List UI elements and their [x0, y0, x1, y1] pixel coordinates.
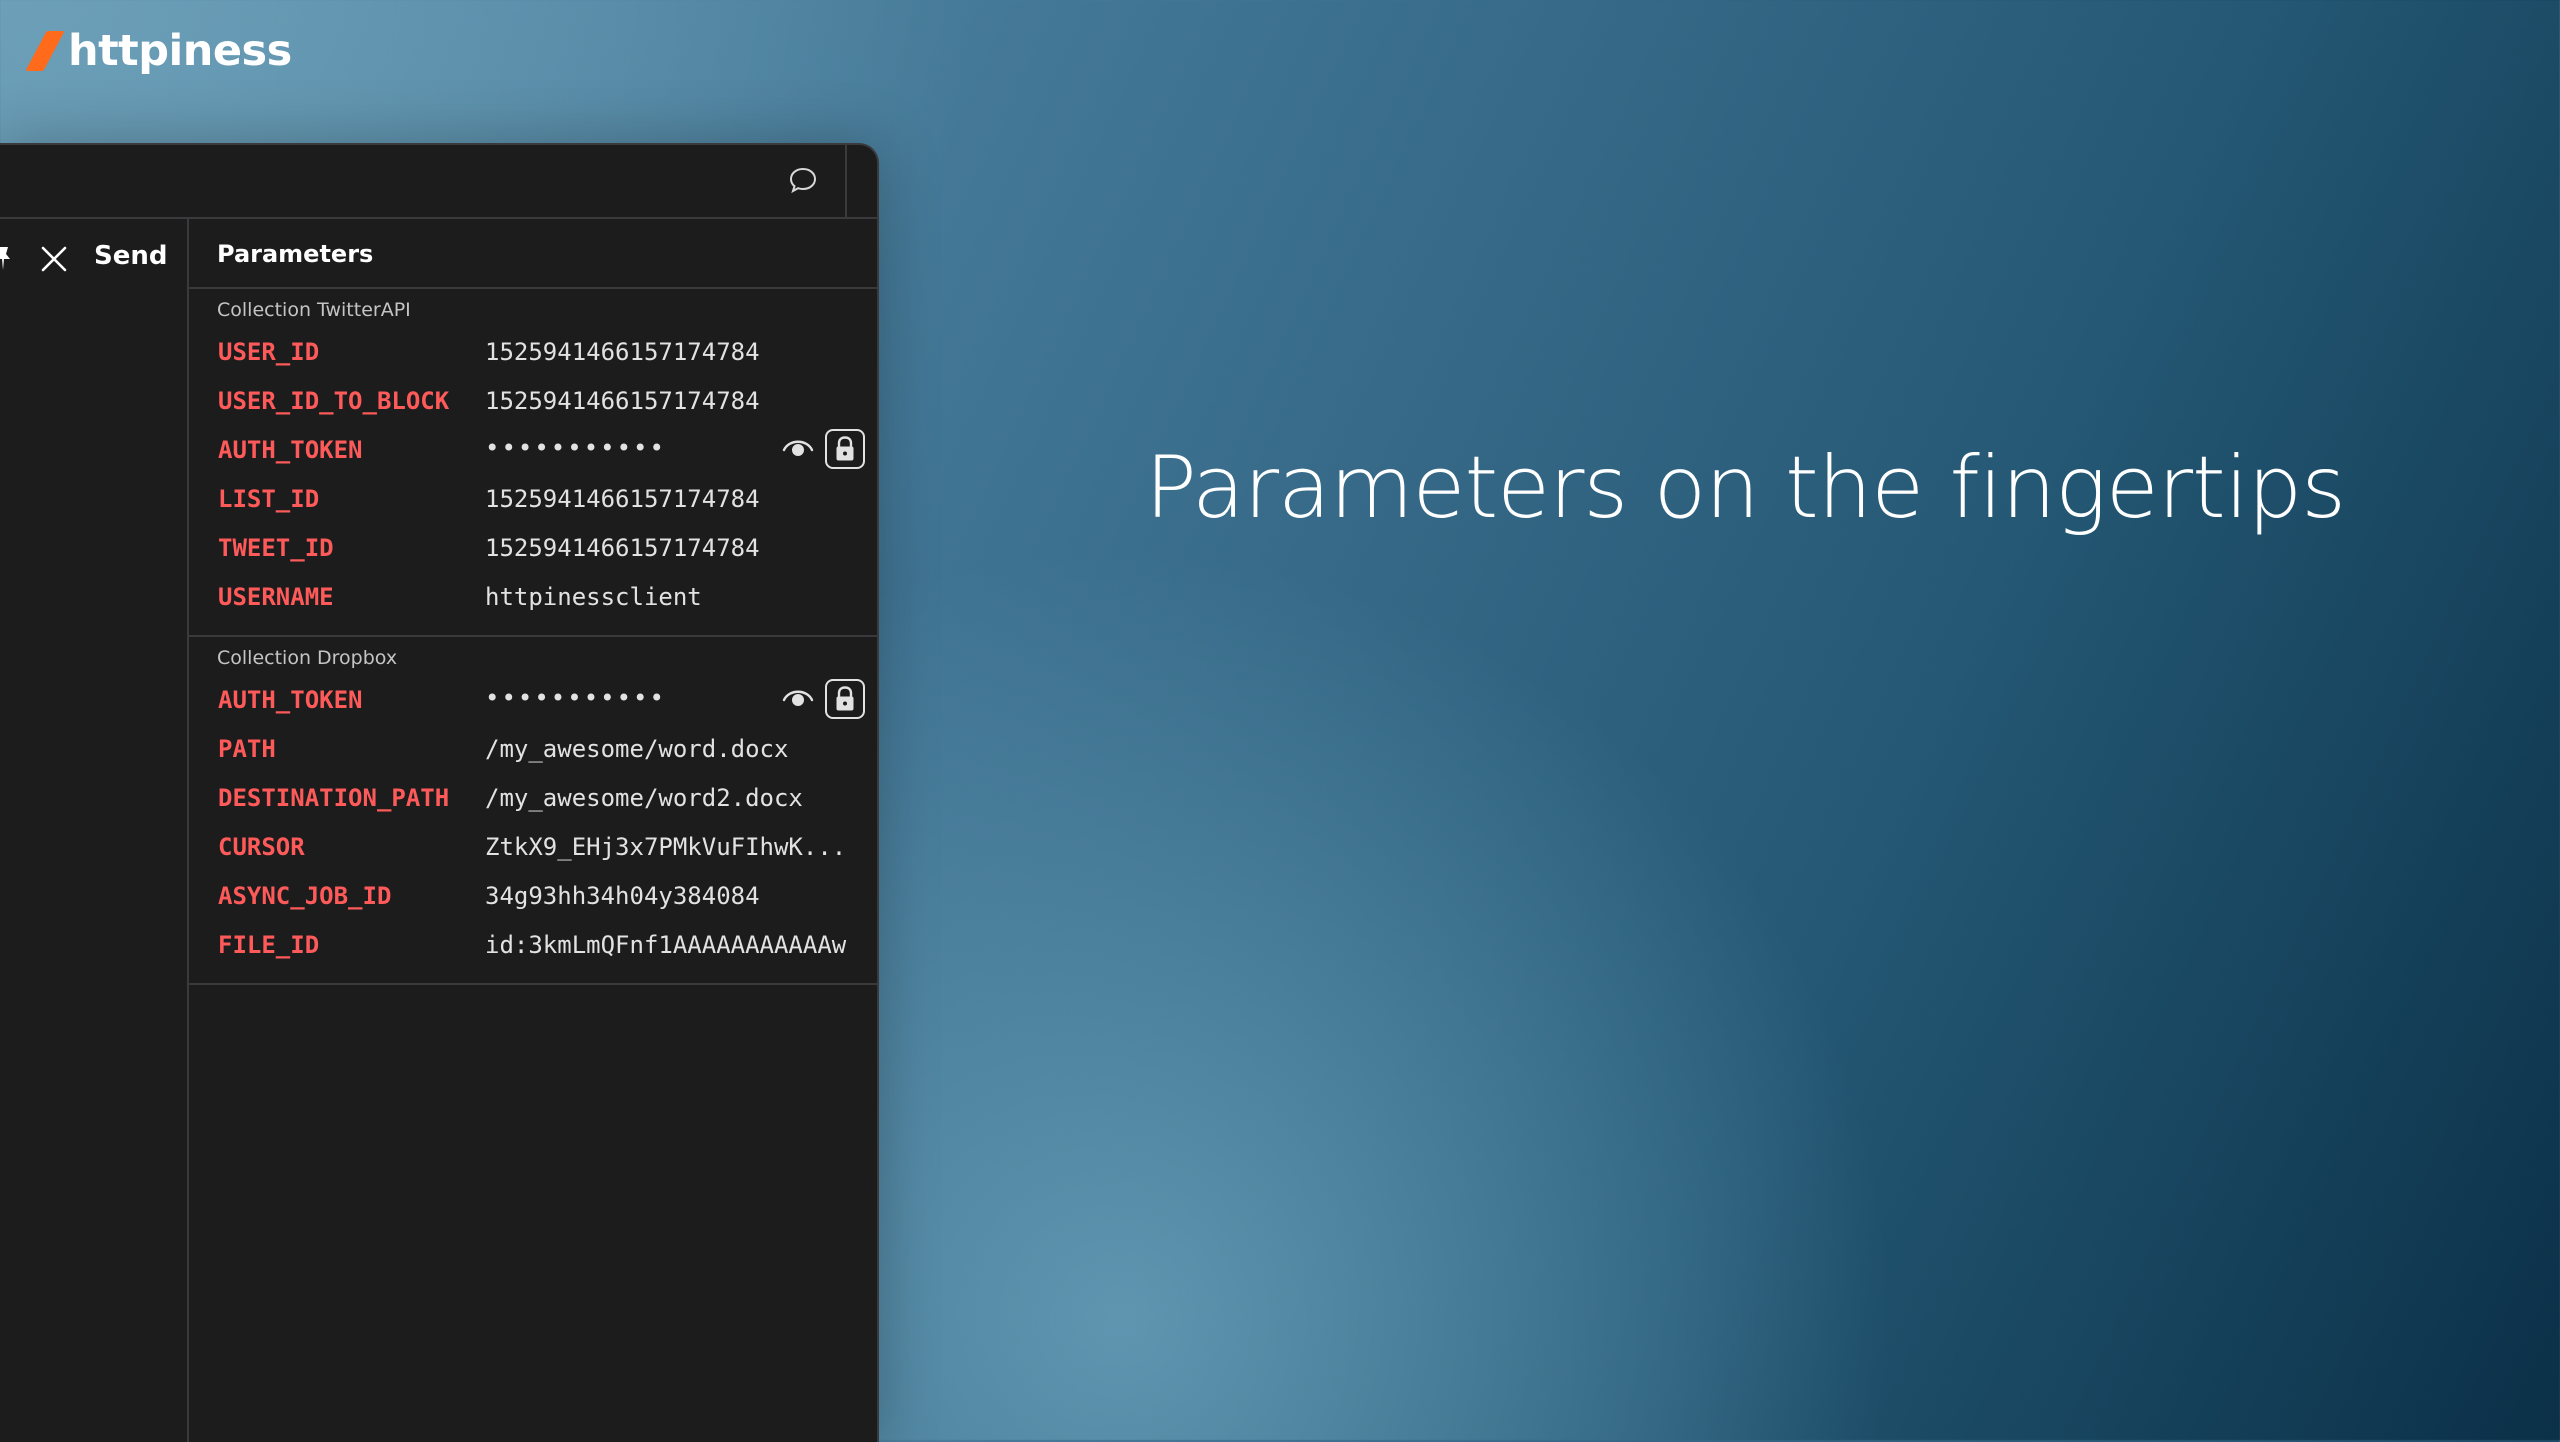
group-label: Collection TwitterAPI: [217, 299, 411, 321]
title-bar-divider: [845, 145, 847, 217]
brand-logo: httpiness: [25, 26, 292, 76]
parameter-row[interactable]: DESTINATION_PATH /my_awesome/word2.docx: [189, 775, 877, 824]
lock-icon[interactable]: [825, 679, 865, 719]
parameter-row[interactable]: ASYNC_JOB_ID 34g93hh34h04y384084: [189, 873, 877, 922]
parameter-row[interactable]: CURSOR ZtkX9_EHj3x7PMkVuFIhwK...: [189, 824, 877, 873]
speech-bubble-icon[interactable]: [788, 165, 818, 195]
pin-icon[interactable]: [0, 245, 12, 271]
parameter-key: PATH: [218, 735, 276, 763]
parameter-value[interactable]: ZtkX9_EHj3x7PMkVuFIhwK...: [485, 833, 846, 861]
parameter-key: AUTH_TOKEN: [218, 686, 363, 714]
parameter-group: Collection TwitterAPI USER_ID 1525941466…: [189, 289, 877, 637]
parameter-row[interactable]: AUTH_TOKEN •••••••••••: [189, 677, 877, 726]
parameter-row[interactable]: USERNAME httpinessclient: [189, 574, 877, 623]
parameter-row[interactable]: PATH /my_awesome/word.docx: [189, 726, 877, 775]
eye-icon[interactable]: [781, 433, 815, 463]
parameter-value[interactable]: 1525941466157174784: [485, 534, 760, 562]
parameter-value[interactable]: 1525941466157174784: [485, 387, 760, 415]
parameter-row[interactable]: LIST_ID 1525941466157174784: [189, 476, 877, 525]
title-bar: [0, 145, 877, 219]
parameters-header: Parameters: [189, 219, 877, 289]
parameter-row[interactable]: USER_ID_TO_BLOCK 1525941466157174784: [189, 378, 877, 427]
parameter-value[interactable]: 1525941466157174784: [485, 485, 760, 513]
parameter-group: Collection Dropbox AUTH_TOKEN ••••••••••…: [189, 637, 877, 985]
parameters-title: Parameters: [217, 240, 374, 268]
eye-icon[interactable]: [781, 683, 815, 713]
parameter-row[interactable]: USER_ID 1525941466157174784: [189, 329, 877, 378]
parameter-value[interactable]: id:3kmLmQFnf1AAAAAAAAAAAw: [485, 931, 846, 959]
parameters-panel: Parameters Collection TwitterAPI USER_ID…: [189, 219, 877, 1442]
app-window: Send Parameters Collection TwitterAPI US…: [0, 143, 879, 1442]
parameter-key: USER_ID_TO_BLOCK: [218, 387, 450, 415]
parameter-value[interactable]: 34g93hh34h04y384084: [485, 882, 760, 910]
parameter-value[interactable]: /my_awesome/word.docx: [485, 735, 788, 763]
parameter-value-masked[interactable]: •••••••••••: [485, 434, 666, 462]
parameter-key: CURSOR: [218, 833, 305, 861]
logo-mark-icon: [25, 31, 65, 71]
parameter-value[interactable]: 1525941466157174784: [485, 338, 760, 366]
parameter-key: FILE_ID: [218, 931, 320, 959]
parameter-key: LIST_ID: [218, 485, 320, 513]
group-label: Collection Dropbox: [217, 647, 398, 669]
parameter-row[interactable]: TWEET_ID 1525941466157174784: [189, 525, 877, 574]
parameter-row[interactable]: FILE_ID id:3kmLmQFnf1AAAAAAAAAAAw: [189, 922, 877, 971]
request-pane: Send: [0, 219, 189, 1442]
parameter-key: ASYNC_JOB_ID: [218, 882, 392, 910]
parameter-value[interactable]: /my_awesome/word2.docx: [485, 784, 803, 812]
parameter-key: AUTH_TOKEN: [218, 436, 363, 464]
parameter-key: USER_ID: [218, 338, 320, 366]
parameter-key: USERNAME: [218, 583, 334, 611]
brand-name: httpiness: [68, 26, 292, 76]
close-icon[interactable]: [40, 245, 68, 273]
parameter-value-masked[interactable]: •••••••••••: [485, 684, 666, 712]
parameter-value[interactable]: httpinessclient: [485, 583, 702, 611]
lock-icon[interactable]: [825, 429, 865, 469]
hero-headline: Parameters on the fingertips: [1145, 438, 2346, 538]
parameter-key: DESTINATION_PATH: [218, 784, 450, 812]
parameter-row[interactable]: AUTH_TOKEN •••••••••••: [189, 427, 877, 476]
parameter-key: TWEET_ID: [218, 534, 334, 562]
send-button[interactable]: Send: [94, 241, 167, 271]
